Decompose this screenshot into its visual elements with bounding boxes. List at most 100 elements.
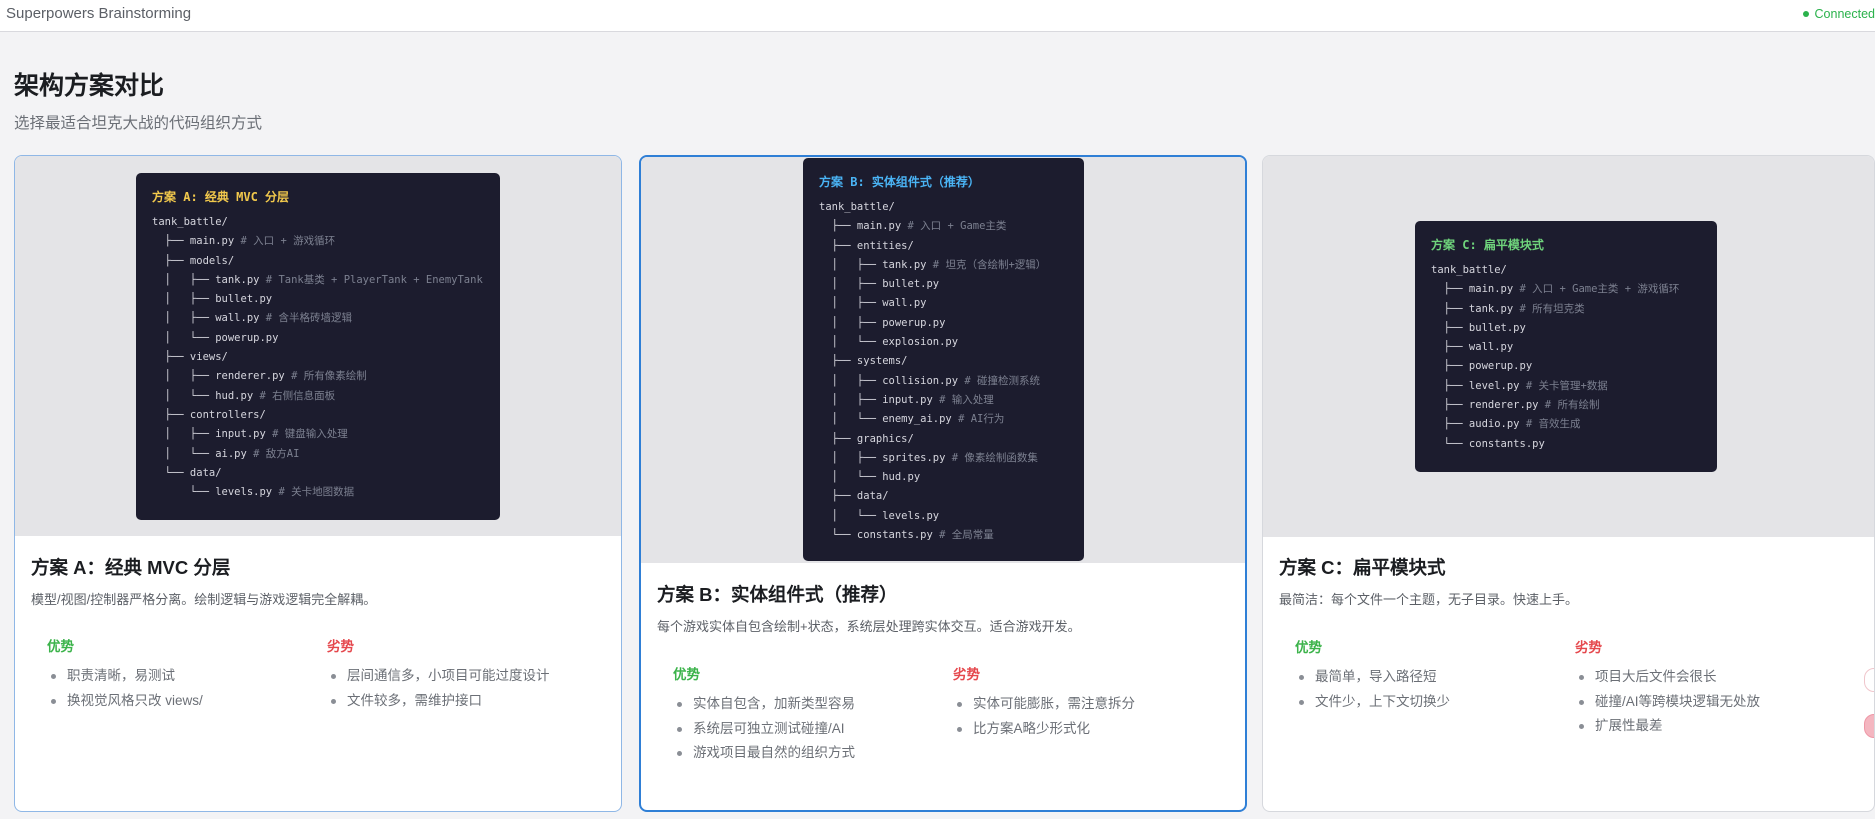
- code-path: ├── bullet.py: [1431, 321, 1526, 334]
- code-path: ├── main.py: [152, 235, 235, 248]
- list-item: 扩展性最差: [1575, 714, 1855, 739]
- list-item: 实体可能膨胀，需注意拆分: [953, 692, 1233, 717]
- list-item: 比方案A略少形式化: [953, 717, 1233, 742]
- code-comment: # Tank基类 + PlayerTank + EnemyTank: [265, 273, 483, 286]
- cons-list: 层间通信多，小项目可能过度设计 文件较多，需维护接口: [327, 664, 607, 713]
- code-line: │ └── hud.py: [819, 468, 1068, 487]
- card-title: 方案 C：扁平模块式: [1279, 557, 1446, 578]
- connection-status: Connected: [1802, 7, 1875, 21]
- code-comment: # 关卡管理+数据: [1525, 379, 1608, 392]
- code-line: ├── controllers/: [152, 406, 484, 425]
- code-line: ├── views/: [152, 348, 484, 367]
- status-text: Connected: [1814, 7, 1875, 21]
- code-path: │ ├── sprites.py: [819, 451, 946, 464]
- code-comment: # AI行为: [958, 413, 1005, 426]
- pros-title: 优势: [1295, 640, 1322, 655]
- code-line: │ ├── tank.py # 坦克（含绘制+逻辑）: [819, 256, 1068, 275]
- card-description: 模型/视图/控制器严格分离。绘制逻辑与游戏逻辑完全解耦。: [31, 592, 377, 607]
- code-comment: # 含半格砖墙逻辑: [265, 312, 352, 325]
- code-path: └── constants.py: [819, 529, 933, 542]
- code-line: ├── level.py # 关卡管理+数据: [1431, 377, 1701, 396]
- code-line: │ └── levels.py: [819, 507, 1068, 526]
- code-line: ├── audio.py # 音效生成: [1431, 415, 1701, 434]
- code-comment: # 所有像素绘制: [291, 370, 367, 383]
- page-subtitle: 选择最适合坦克大战的代码组织方式: [14, 115, 263, 132]
- code-path: │ └── enemy_ai.py: [819, 413, 952, 426]
- code-line: ├── renderer.py # 所有绘制: [1431, 396, 1701, 415]
- code-comment: # 全局常量: [939, 529, 994, 542]
- code-line: tank_battle/: [819, 198, 1068, 217]
- code-line: │ └── hud.py # 右侧信息面板: [152, 387, 484, 406]
- code-line: ├── data/: [819, 487, 1068, 506]
- code-path: │ ├── wall.py: [819, 297, 927, 310]
- code-path: │ ├── bullet.py: [152, 293, 273, 306]
- code-line: ├── main.py # 入口 + Game主类 + 游戏循环: [1431, 280, 1701, 299]
- code-path: tank_battle/: [819, 201, 895, 213]
- floating-tab-icon[interactable]: [1864, 668, 1874, 692]
- card-description: 每个游戏实体自包含绘制+状态，系统层处理跨实体交互。适合游戏开发。: [657, 619, 1081, 634]
- code-path: ├── audio.py: [1431, 418, 1520, 431]
- code-path: │ ├── powerup.py: [819, 316, 946, 329]
- code-path: │ ├── input.py: [819, 393, 933, 406]
- code-path: ├── wall.py: [1431, 341, 1514, 354]
- code-path: │ ├── bullet.py: [819, 278, 940, 291]
- code-line: tank_battle/: [152, 213, 484, 232]
- code-line: │ ├── wall.py: [819, 294, 1068, 313]
- code-line: │ ├── input.py # 键盘输入处理: [152, 425, 484, 444]
- list-item: 最简单，导入路径短: [1295, 665, 1575, 690]
- code-comment: # 碰撞检测系统: [964, 374, 1041, 387]
- code-line: │ ├── wall.py # 含半格砖墙逻辑: [152, 309, 484, 328]
- code-preview: 方案 B: 实体组件式（推荐） tank_battle/ ├── main.py…: [641, 157, 1245, 563]
- code-path: │ └── powerup.py: [152, 331, 279, 344]
- code-line: └── data/: [152, 464, 484, 483]
- code-line: │ ├── bullet.py: [152, 290, 484, 309]
- code-path: ├── main.py: [1431, 283, 1514, 296]
- list-item: 层间通信多，小项目可能过度设计: [327, 664, 607, 689]
- cons-title: 劣势: [327, 639, 354, 654]
- code-path: tank_battle/: [152, 216, 228, 228]
- list-item: 文件少，上下文切换少: [1295, 690, 1575, 715]
- option-card-b[interactable]: 方案 B: 实体组件式（推荐） tank_battle/ ├── main.py…: [639, 155, 1247, 812]
- code-comment: # 敌方AI: [253, 447, 300, 460]
- code-line: ├── main.py # 入口 + Game主类: [819, 217, 1068, 236]
- top-bar: Superpowers Brainstorming Connected: [0, 0, 1875, 32]
- code-path: ├── entities/: [819, 239, 914, 252]
- option-card-c[interactable]: 方案 C: 扁平模块式 tank_battle/ ├── main.py # 入…: [1262, 155, 1875, 812]
- list-item: 文件较多，需维护接口: [327, 689, 607, 714]
- code-line: │ └── ai.py # 敌方AI: [152, 445, 484, 464]
- code-line: └── levels.py # 关卡地图数据: [152, 483, 484, 502]
- code-line: │ ├── input.py # 输入处理: [819, 391, 1068, 410]
- code-line: │ ├── collision.py # 碰撞检测系统: [819, 372, 1068, 391]
- code-path: ├── views/: [152, 351, 228, 364]
- pros-title: 优势: [673, 667, 700, 682]
- code-path: │ ├── tank.py: [819, 258, 927, 271]
- list-item: 碰撞/AI等跨模块逻辑无处放: [1575, 690, 1855, 715]
- pros-list: 实体自包含，加新类型容易 系统层可独立测试碰撞/AI 游戏项目最自然的组织方式: [673, 692, 953, 766]
- code-comment: # 入口 + Game主类 + 游戏循环: [1519, 283, 1680, 296]
- code-title: 方案 C: 扁平模块式: [1431, 238, 1544, 252]
- code-path: │ └── ai.py: [152, 447, 247, 460]
- code-line: │ └── enemy_ai.py # AI行为: [819, 410, 1068, 429]
- code-path: ├── main.py: [819, 220, 902, 233]
- code-line: ├── bullet.py: [1431, 319, 1701, 338]
- code-path: │ └── hud.py: [819, 471, 921, 484]
- code-line: └── constants.py: [1431, 435, 1701, 454]
- file-tree-code: 方案 A: 经典 MVC 分层 tank_battle/ ├── main.py…: [136, 173, 500, 520]
- option-card-a[interactable]: 方案 A: 经典 MVC 分层 tank_battle/ ├── main.py…: [14, 155, 622, 812]
- code-path: ├── data/: [819, 490, 889, 503]
- code-comment: # 所有绘制: [1544, 399, 1600, 412]
- pros-list: 最简单，导入路径短 文件少，上下文切换少: [1295, 665, 1575, 714]
- card-description: 最简洁：每个文件一个主题，无子目录。快速上手。: [1279, 592, 1579, 607]
- code-line: │ ├── renderer.py # 所有像素绘制: [152, 367, 484, 386]
- floating-avatar-icon[interactable]: [1864, 714, 1874, 738]
- code-line: │ ├── bullet.py: [819, 275, 1068, 294]
- code-line: ├── graphics/: [819, 430, 1068, 449]
- cons-title: 劣势: [953, 667, 980, 682]
- code-path: ├── level.py: [1431, 379, 1520, 392]
- code-path: │ ├── renderer.py: [152, 370, 285, 383]
- code-line: └── constants.py # 全局常量: [819, 526, 1068, 545]
- code-preview: 方案 A: 经典 MVC 分层 tank_battle/ ├── main.py…: [15, 156, 621, 536]
- code-line: ├── wall.py: [1431, 338, 1701, 357]
- code-comment: # 入口 + 游戏循环: [240, 235, 336, 248]
- list-item: 职责清晰，易测试: [47, 664, 327, 689]
